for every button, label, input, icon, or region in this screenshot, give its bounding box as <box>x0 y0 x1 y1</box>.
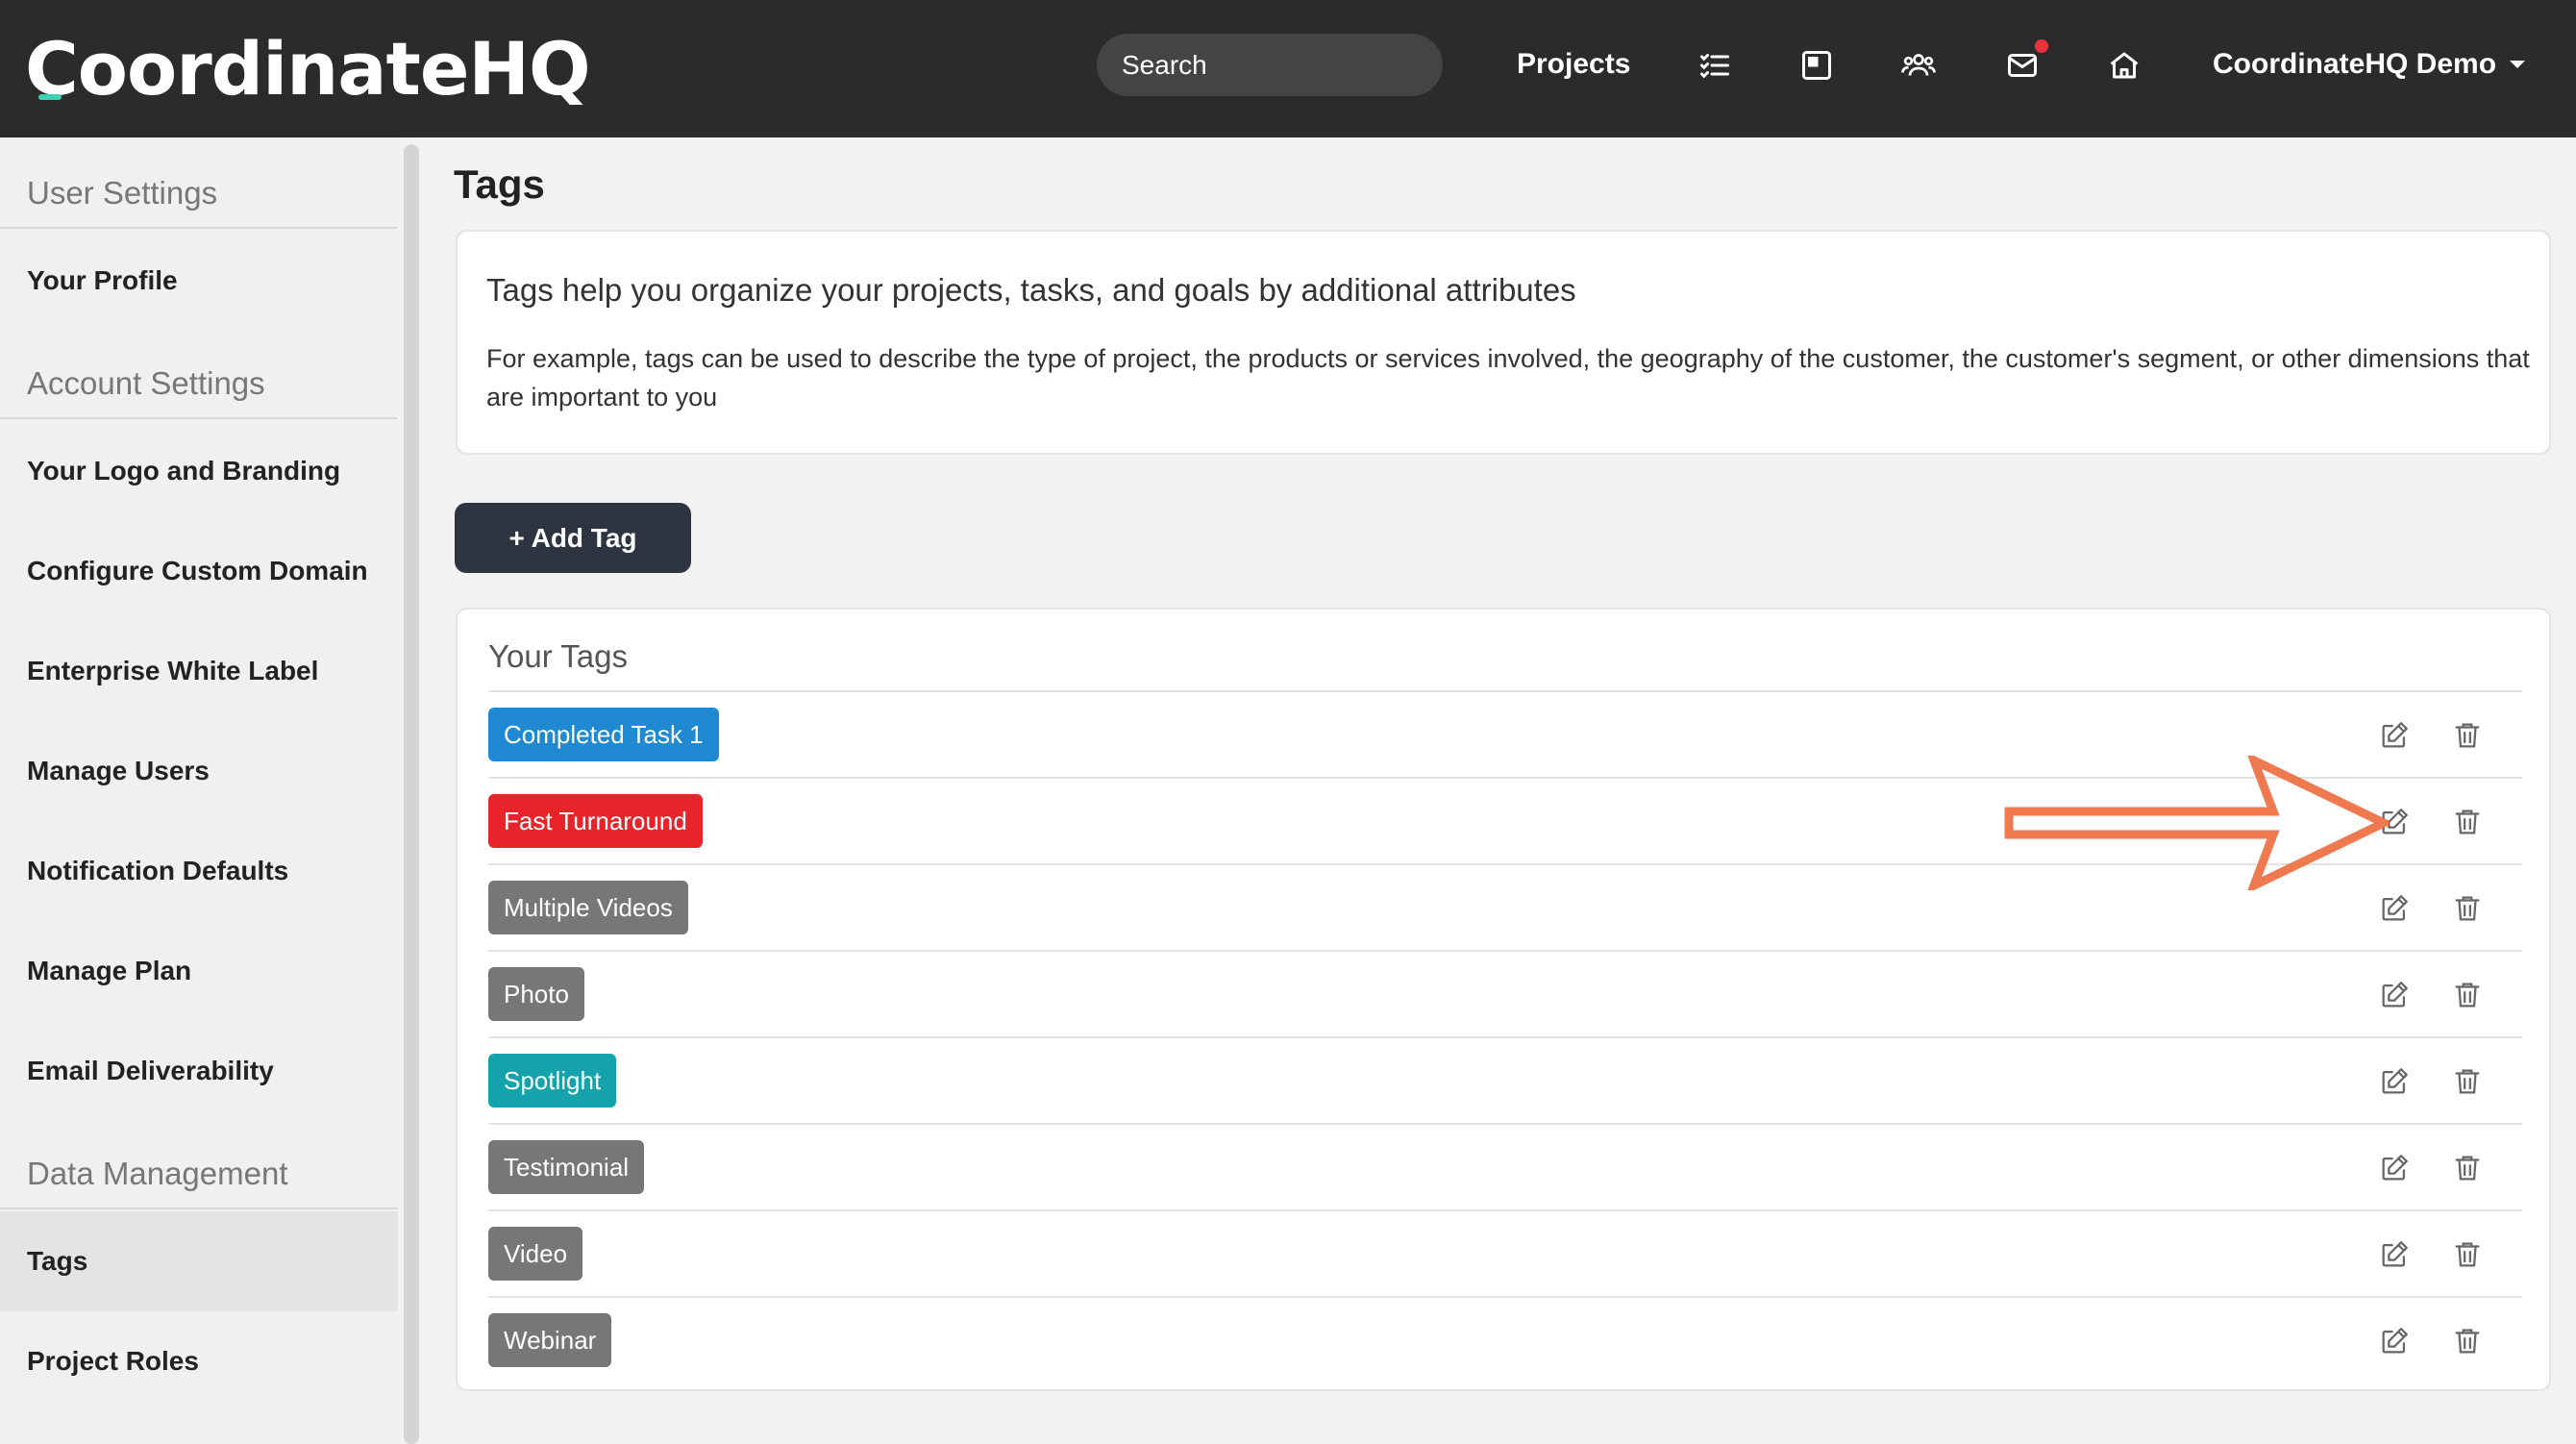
tags-card: Your Tags Completed Task 1 Fast Turnaroun… <box>456 608 2551 1391</box>
edit-icon[interactable] <box>2378 1325 2411 1357</box>
tag-row: Testimonial <box>488 1123 2522 1209</box>
board-icon[interactable] <box>1799 48 1834 83</box>
tag-pill[interactable]: Video <box>488 1227 583 1281</box>
sidebar-scrollbar[interactable] <box>404 144 419 1444</box>
search-input[interactable] <box>1122 49 1410 81</box>
edit-icon[interactable] <box>2378 892 2411 925</box>
sidebar-section-title: User Settings <box>27 175 218 211</box>
sidebar-section-title: Account Settings <box>27 365 265 401</box>
logo-accent-mark <box>38 94 62 100</box>
sidebar-item-notification-defaults[interactable]: Notification Defaults <box>0 821 398 921</box>
tag-pill[interactable]: Photo <box>488 967 584 1021</box>
divider <box>0 1207 398 1209</box>
account-name: CoordinateHQ Demo <box>2213 48 2497 80</box>
sidebar-item-project-roles[interactable]: Project Roles <box>0 1311 398 1411</box>
tag-pill[interactable]: Webinar <box>488 1313 612 1367</box>
edit-icon[interactable] <box>2378 1152 2411 1184</box>
account-menu[interactable]: CoordinateHQ Demo <box>2213 48 2526 81</box>
info-card: Tags help you organize your projects, ta… <box>456 230 2551 455</box>
trash-icon[interactable] <box>2451 979 2484 1011</box>
tag-row: Spotlight <box>488 1036 2522 1123</box>
trash-icon[interactable] <box>2451 1065 2484 1098</box>
tag-row: Webinar <box>488 1296 2522 1382</box>
edit-icon[interactable] <box>2378 1065 2411 1098</box>
sidebar-item-white-label[interactable]: Enterprise White Label <box>0 621 398 721</box>
brand-logo[interactable]: CoordinateHQ <box>25 29 591 110</box>
checklist-icon[interactable] <box>1697 48 1732 83</box>
trash-icon[interactable] <box>2451 1238 2484 1271</box>
edit-icon[interactable] <box>2378 1238 2411 1271</box>
add-tag-button[interactable]: + Add Tag <box>455 503 691 573</box>
inbox-icon[interactable] <box>2005 48 2040 83</box>
trash-icon[interactable] <box>2451 1325 2484 1357</box>
tag-pill[interactable]: Fast Turnaround <box>488 794 703 848</box>
divider <box>0 417 398 419</box>
tag-pill[interactable]: Completed Task 1 <box>488 708 719 761</box>
trash-icon[interactable] <box>2451 892 2484 925</box>
tag-pill[interactable]: Multiple Videos <box>488 881 688 934</box>
info-body: For example, tags can be used to describ… <box>486 344 2530 411</box>
annotation-arrow <box>2004 756 2389 890</box>
team-icon[interactable] <box>1901 48 1936 83</box>
notification-badge <box>2033 37 2050 55</box>
tag-row: Photo <box>488 950 2522 1036</box>
top-navbar: CoordinateHQ Projects CoordinateHQ Demo <box>0 0 2576 137</box>
home-icon[interactable] <box>2107 48 2142 83</box>
sidebar-item-manage-plan[interactable]: Manage Plan <box>0 921 398 1021</box>
edit-icon[interactable] <box>2378 719 2411 752</box>
sidebar-item-tags[interactable]: Tags <box>0 1211 398 1311</box>
divider <box>0 227 398 229</box>
sidebar-section-title: Data Management <box>27 1156 288 1191</box>
search-box[interactable] <box>1097 34 1443 96</box>
sidebar-item-logo-branding[interactable]: Your Logo and Branding <box>0 421 398 521</box>
page-title: Tags <box>454 162 545 207</box>
nav-projects-link[interactable]: Projects <box>1517 48 1630 81</box>
tag-row: Video <box>488 1209 2522 1296</box>
sidebar-item-your-profile[interactable]: Your Profile <box>0 231 398 331</box>
tag-pill[interactable]: Testimonial <box>488 1140 645 1194</box>
edit-icon[interactable] <box>2378 979 2411 1011</box>
trash-icon[interactable] <box>2451 806 2484 838</box>
chevron-down-icon <box>2510 61 2526 68</box>
tag-pill[interactable]: Spotlight <box>488 1054 617 1108</box>
sidebar-item-manage-users[interactable]: Manage Users <box>0 721 398 821</box>
info-heading: Tags help you organize your projects, ta… <box>486 272 1576 308</box>
sidebar-item-email-deliverability[interactable]: Email Deliverability <box>0 1021 398 1121</box>
trash-icon[interactable] <box>2451 719 2484 752</box>
sidebar-item-custom-domain[interactable]: Configure Custom Domain <box>0 521 398 621</box>
tags-heading: Your Tags <box>488 638 628 674</box>
trash-icon[interactable] <box>2451 1152 2484 1184</box>
